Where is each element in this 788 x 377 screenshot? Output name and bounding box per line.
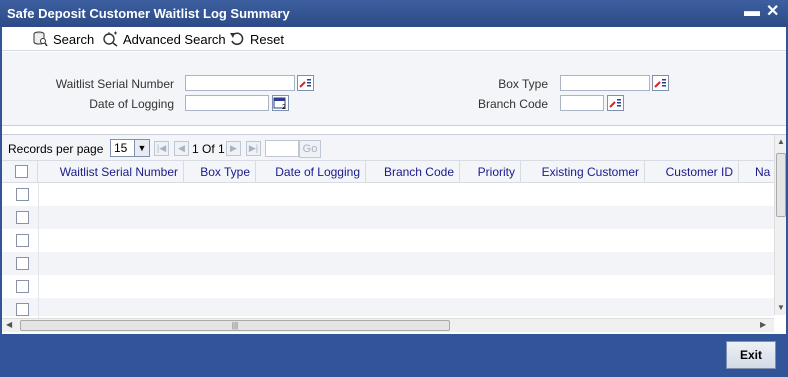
scroll-right-icon[interactable]: ▶	[760, 320, 766, 329]
search-button[interactable]: Search	[32, 30, 94, 48]
reset-button[interactable]: Reset	[229, 30, 284, 48]
date-picker-button[interactable]: 2	[272, 95, 289, 111]
date-of-logging-input[interactable]	[185, 95, 269, 111]
horizontal-scrollbar[interactable]: ◀ ||| ▶	[2, 318, 774, 332]
table-row	[2, 252, 774, 275]
box-type-input[interactable]	[560, 75, 650, 91]
next-page-icon[interactable]: ▶	[226, 141, 241, 156]
toolbar: Search Advanced Search Reset	[2, 27, 786, 51]
advanced-search-button[interactable]: Advanced Search	[102, 30, 226, 48]
table-row	[2, 275, 774, 298]
branch-code-label: Branch Code	[477, 97, 548, 111]
minimize-icon[interactable]: ▬	[744, 2, 760, 22]
column-header[interactable]: Existing Customer	[521, 161, 645, 183]
goto-page-input[interactable]	[265, 140, 299, 157]
close-icon[interactable]: ✕	[766, 2, 779, 22]
table-row	[2, 183, 774, 206]
window-title: Safe Deposit Customer Waitlist Log Summa…	[7, 6, 290, 21]
last-page-icon[interactable]: ▶|	[246, 141, 261, 156]
reset-label: Reset	[250, 31, 284, 47]
scroll-up-icon[interactable]: ▲	[777, 137, 785, 146]
branch-code-lov-button[interactable]	[607, 95, 624, 111]
list-of-values-icon	[299, 79, 311, 88]
table-row	[2, 298, 774, 321]
column-header[interactable]: Customer ID	[645, 161, 739, 183]
table-row	[2, 229, 774, 252]
box-type-lov-button[interactable]	[652, 75, 669, 91]
row-checkbox[interactable]	[16, 257, 29, 270]
row-checkbox[interactable]	[16, 303, 29, 316]
first-page-icon[interactable]: |◀	[154, 141, 169, 156]
column-header[interactable]: Na	[739, 161, 774, 183]
advanced-search-label: Advanced Search	[123, 31, 226, 47]
table-header: Waitlist Serial Number Box Type Date of …	[2, 161, 774, 183]
select-all-checkbox[interactable]	[15, 165, 28, 178]
svg-text:2: 2	[282, 104, 286, 110]
date-of-logging-label: Date of Logging	[89, 97, 174, 111]
search-icon	[33, 31, 48, 47]
records-per-page-select[interactable]: 15 ▼	[110, 139, 150, 157]
row-checkbox[interactable]	[16, 211, 29, 224]
row-checkbox[interactable]	[16, 280, 29, 293]
advanced-search-icon	[103, 31, 118, 47]
column-header[interactable]: Branch Code	[366, 161, 460, 183]
pagination-bar: Records per page 15 ▼ |◀ ◀ 1 Of 1 ▶ ▶| G…	[2, 135, 774, 161]
horizontal-scroll-thumb[interactable]: |||	[20, 320, 450, 331]
column-header[interactable]: Priority	[460, 161, 521, 183]
table-row	[2, 206, 774, 229]
page-info: 1 Of 1	[192, 142, 225, 156]
vertical-scroll-thumb[interactable]	[776, 153, 786, 217]
window-titlebar: Safe Deposit Customer Waitlist Log Summa…	[0, 0, 788, 27]
chevron-down-icon: ▼	[134, 140, 149, 156]
scroll-left-icon[interactable]: ◀	[6, 320, 12, 329]
list-of-values-icon	[609, 99, 621, 108]
results-grid: Records per page 15 ▼ |◀ ◀ 1 Of 1 ▶ ▶| G…	[2, 134, 786, 334]
reset-icon	[230, 32, 244, 46]
records-per-page-label: Records per page	[8, 142, 104, 156]
previous-page-icon[interactable]: ◀	[174, 141, 189, 156]
column-header[interactable]: Date of Logging	[256, 161, 366, 183]
exit-button[interactable]: Exit	[726, 341, 776, 369]
waitlist-serial-number-input[interactable]	[185, 75, 295, 91]
column-header[interactable]: Waitlist Serial Number	[38, 161, 184, 183]
select-all-cell	[2, 161, 38, 183]
box-type-label: Box Type	[498, 77, 548, 91]
scroll-down-icon[interactable]: ▼	[777, 303, 785, 312]
row-checkbox[interactable]	[16, 234, 29, 247]
list-of-values-icon	[654, 79, 666, 88]
waitlist-serial-number-label: Waitlist Serial Number	[55, 77, 174, 91]
branch-code-input[interactable]	[560, 95, 604, 111]
waitlist-serial-number-lov-button[interactable]	[297, 75, 314, 91]
records-per-page-value: 15	[114, 141, 128, 155]
search-label: Search	[53, 31, 95, 47]
main-content: Search Advanced Search Reset Waitlist Se…	[2, 27, 786, 334]
search-criteria-panel: Waitlist Serial Number Date of Logging 2…	[2, 52, 786, 126]
go-button[interactable]: Go	[299, 140, 321, 158]
vertical-scrollbar[interactable]: ▲ ▼	[774, 135, 786, 315]
column-header[interactable]: Box Type	[184, 161, 256, 183]
calendar-icon: 2	[273, 97, 286, 111]
row-checkbox[interactable]	[16, 188, 29, 201]
